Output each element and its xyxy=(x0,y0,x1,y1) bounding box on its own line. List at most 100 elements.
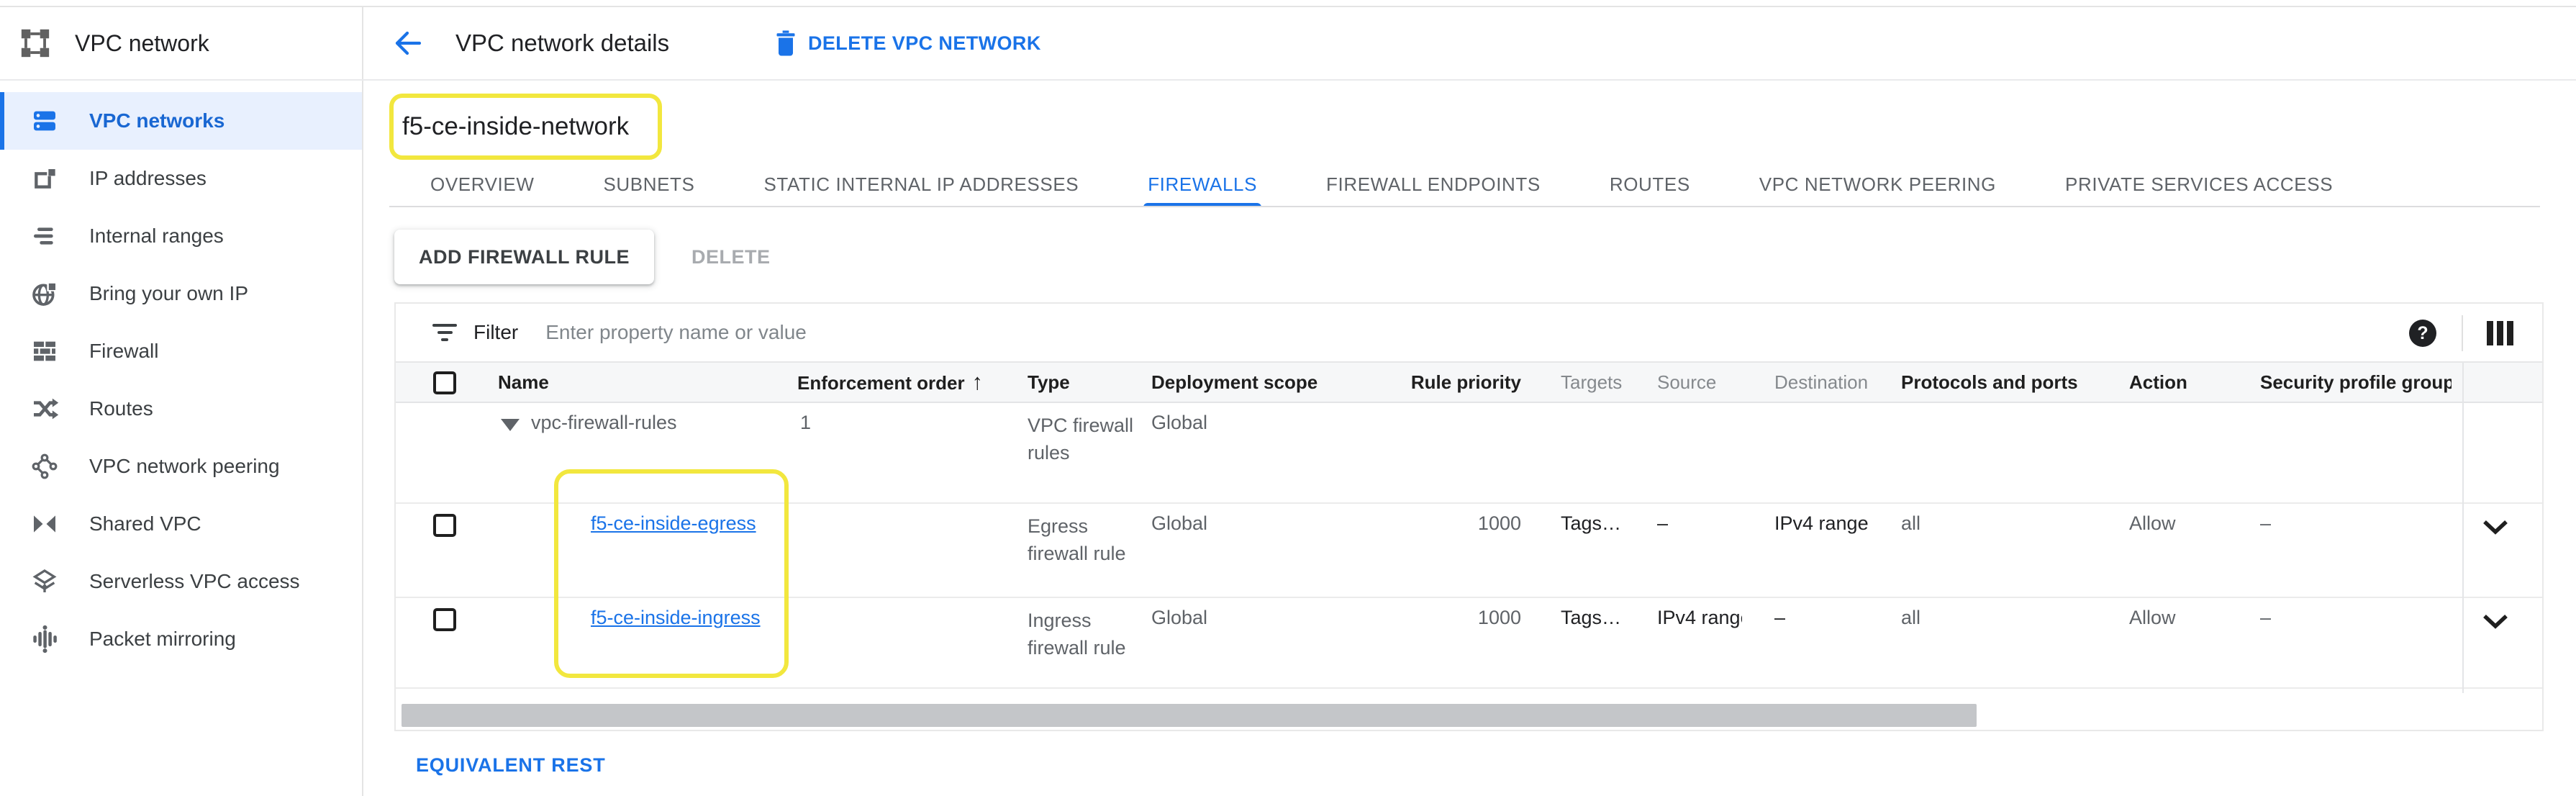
select-all-checkbox[interactable] xyxy=(433,371,456,394)
table-header-row: Name Enforcement order↑ Type Deployment … xyxy=(396,363,2542,403)
firewall-toolbar: ADD FIREWALL RULE DELETE xyxy=(394,229,775,285)
add-firewall-rule-button[interactable]: ADD FIREWALL RULE xyxy=(394,230,654,284)
column-header-enforcement-order[interactable]: Enforcement order ↑ xyxy=(797,363,983,402)
expand-row-button[interactable] xyxy=(2475,511,2516,543)
delete-vpc-network-label: DELETE VPC NETWORK xyxy=(808,32,1041,55)
cell-type: Ingress firewall rule xyxy=(1028,607,1146,661)
sidebar-item-ip-addresses[interactable]: IP addresses xyxy=(0,150,362,207)
tab-bar: OVERVIEW SUBNETS STATIC INTERNAL IP ADDR… xyxy=(363,161,2576,207)
column-header-destination: Destination xyxy=(1774,363,1868,402)
cell-security-profile-group: – xyxy=(2260,512,2449,535)
routes-icon xyxy=(29,393,60,425)
column-header-label: Enforcement order xyxy=(797,372,965,394)
sidebar-item-label: Firewall xyxy=(89,340,158,363)
column-header-source: Source xyxy=(1657,363,1716,402)
page-topbar: VPC network details DELETE VPC NETWORK xyxy=(363,7,2576,79)
sidebar-item-vpc-network-peering[interactable]: VPC network peering xyxy=(0,438,362,495)
sidebar: VPC network VPC networks IP addresses xyxy=(0,7,363,796)
sort-ascending-icon: ↑ xyxy=(972,369,984,394)
packet-mirroring-icon xyxy=(29,623,60,655)
tab-firewall-endpoints[interactable]: FIREWALL ENDPOINTS xyxy=(1326,161,1541,207)
tab-routes[interactable]: ROUTES xyxy=(1610,161,1690,207)
chevron-down-icon xyxy=(2481,612,2510,630)
table-body: vpc-firewall-rules 1 VPC firewall rules … xyxy=(396,403,2542,689)
sidebar-item-label: Internal ranges xyxy=(89,225,224,248)
sidebar-item-internal-ranges[interactable]: Internal ranges xyxy=(0,207,362,265)
firewall-rule-link-egress[interactable]: f5-ce-inside-egress xyxy=(591,512,756,534)
filter-button[interactable]: Filter xyxy=(432,321,518,344)
cell-deployment-scope: Global xyxy=(1151,512,1207,535)
collapse-group-icon[interactable] xyxy=(501,419,520,431)
firewall-rules-card: Filter ? Name Enforcement order↑ Type De… xyxy=(394,302,2544,731)
tab-firewalls[interactable]: FIREWALLS xyxy=(1148,161,1257,207)
sidebar-item-serverless-vpc-access[interactable]: Serverless VPC access xyxy=(0,553,362,610)
sidebar-header: VPC network xyxy=(0,7,362,79)
internal-ranges-icon xyxy=(29,220,60,252)
actions-column-divider xyxy=(2462,363,2464,693)
cell-enforcement-order: 1 xyxy=(800,412,811,434)
sidebar-item-bring-your-own-ip[interactable]: Bring your own IP xyxy=(0,265,362,322)
sidebar-item-packet-mirroring[interactable]: Packet mirroring xyxy=(0,610,362,668)
column-header-rule-priority: Rule priority xyxy=(1389,363,1521,402)
cell-rule-priority: 1000 xyxy=(1389,512,1521,535)
network-name: f5-ce-inside-network xyxy=(402,112,629,141)
bring-your-own-ip-icon xyxy=(29,278,60,309)
cell-source: IPv4 range xyxy=(1657,607,1742,629)
cell-type: VPC firewall rules xyxy=(1028,412,1146,466)
firewall-icon xyxy=(29,335,60,367)
tab-subnets[interactable]: SUBNETS xyxy=(603,161,694,207)
delete-button[interactable]: DELETE xyxy=(687,245,775,269)
cell-deployment-scope: Global xyxy=(1151,412,1207,434)
delete-vpc-network-button[interactable]: DELETE VPC NETWORK xyxy=(775,30,1041,56)
column-header-deployment-scope: Deployment scope xyxy=(1151,363,1318,402)
sidebar-item-label: Serverless VPC access xyxy=(89,570,300,593)
cell-rule-priority: 1000 xyxy=(1389,607,1521,629)
vpc-network-peering-icon xyxy=(29,451,60,482)
table-row-group-vpc-firewall-rules: vpc-firewall-rules 1 VPC firewall rules … xyxy=(396,403,2542,504)
filter-input[interactable] xyxy=(544,320,1911,345)
firewall-rule-link-ingress[interactable]: f5-ce-inside-ingress xyxy=(591,607,761,628)
tab-private-services-access[interactable]: PRIVATE SERVICES ACCESS xyxy=(2065,161,2333,207)
trash-icon xyxy=(775,30,797,56)
sidebar-item-label: Bring your own IP xyxy=(89,282,248,305)
sidebar-item-label: Routes xyxy=(89,397,153,420)
cell-action: Allow xyxy=(2129,607,2176,629)
sidebar-item-vpc-networks[interactable]: VPC networks xyxy=(0,92,362,150)
tab-static-internal-ip-addresses[interactable]: STATIC INTERNAL IP ADDRESSES xyxy=(763,161,1079,207)
sidebar-item-firewall[interactable]: Firewall xyxy=(0,322,362,380)
sidebar-item-shared-vpc[interactable]: Shared VPC xyxy=(0,495,362,553)
tab-vpc-network-peering[interactable]: VPC NETWORK PEERING xyxy=(1759,161,1996,207)
sidebar-item-label: Shared VPC xyxy=(89,512,201,535)
back-button[interactable] xyxy=(389,26,424,60)
annotation-highlight-network-name: f5-ce-inside-network xyxy=(389,94,662,160)
cell-protocols-and-ports: all xyxy=(1901,512,1920,535)
column-display-options-icon[interactable] xyxy=(2487,321,2513,345)
shared-vpc-icon xyxy=(29,508,60,540)
tab-overview[interactable]: OVERVIEW xyxy=(430,161,534,207)
row-checkbox[interactable] xyxy=(433,514,456,537)
cell-destination: – xyxy=(1774,607,1897,629)
cell-destination: IPv4 range xyxy=(1774,512,1897,535)
header-divider xyxy=(0,79,2576,81)
column-header-type: Type xyxy=(1028,363,1070,402)
column-header-targets: Targets xyxy=(1561,363,1622,402)
arrow-left-icon xyxy=(390,27,423,60)
filter-row: Filter ? xyxy=(396,304,2542,363)
horizontal-scrollbar[interactable] xyxy=(402,704,1977,727)
expand-row-button[interactable] xyxy=(2475,605,2516,637)
column-header-action: Action xyxy=(2129,363,2187,402)
cell-type: Egress firewall rule xyxy=(1028,512,1146,567)
help-icon[interactable]: ? xyxy=(2409,320,2436,347)
sidebar-item-label: IP addresses xyxy=(89,167,207,190)
sidebar-item-label: VPC networks xyxy=(89,109,225,132)
equivalent-rest-link[interactable]: EQUIVALENT REST xyxy=(416,754,606,777)
sidebar-nav: VPC networks IP addresses Internal ran xyxy=(0,92,362,668)
table-row-f5-ce-inside-egress: f5-ce-inside-egress Egress firewall rule… xyxy=(396,504,2542,598)
filter-icon xyxy=(432,322,458,343)
vpc-networks-icon xyxy=(29,105,60,137)
sidebar-item-routes[interactable]: Routes xyxy=(0,380,362,438)
cell-protocols-and-ports: all xyxy=(1901,607,1920,629)
sidebar-item-label: Packet mirroring xyxy=(89,628,236,651)
row-checkbox[interactable] xyxy=(433,608,456,631)
cell-targets: Tags… xyxy=(1561,512,1621,535)
